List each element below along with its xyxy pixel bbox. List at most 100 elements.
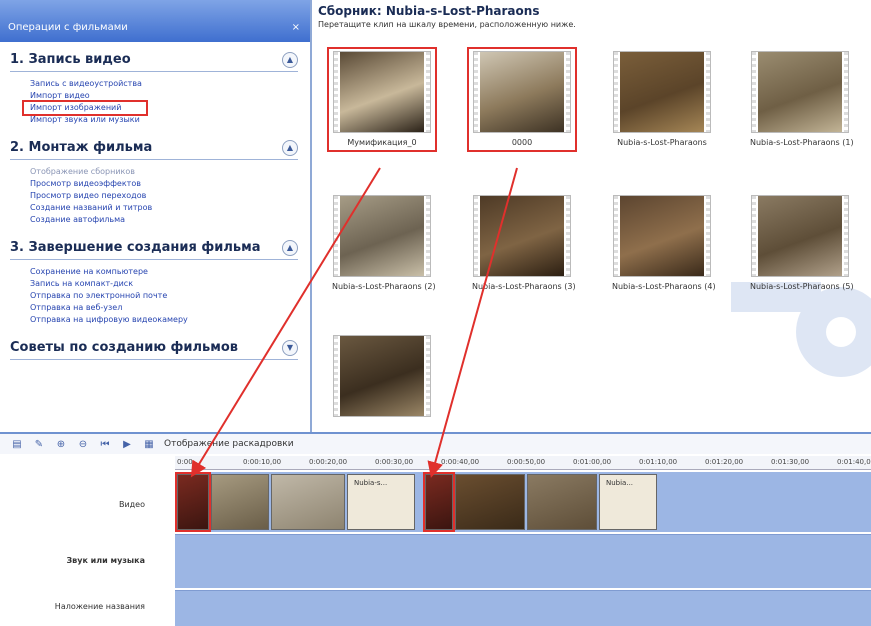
clip-thumbnail[interactable] [333, 51, 431, 133]
section-title: 3. Завершение создания фильма [10, 240, 261, 255]
task-link[interactable]: Отображение сборников [30, 166, 298, 178]
collection-subtitle: Перетащите клип на шкалу времени, распол… [318, 20, 576, 29]
section-links: Сохранение на компьютере Запись на компак… [10, 260, 298, 330]
task-link[interactable]: Просмотр видео переходов [30, 190, 298, 202]
chevron-up-icon[interactable]: ▲ [282, 239, 298, 256]
task-pane-title: Операции с фильмами [8, 22, 128, 33]
task-link[interactable]: Запись с видеоустройства [30, 78, 298, 90]
ruler-tick: 0:01:10,00 [639, 458, 678, 466]
task-link[interactable]: Импорт изображений [22, 100, 148, 116]
clip-item[interactable]: Nubia-s-Lost-Pharaons [612, 51, 712, 147]
clip-thumbnail[interactable] [751, 51, 849, 133]
clip-thumbnail[interactable] [333, 335, 431, 417]
video-track[interactable]: Nubia-s... Nubia... [175, 472, 871, 532]
timeline-clip[interactable] [423, 472, 455, 532]
task-section: Советы по созданию фильмов ▼ [0, 336, 310, 360]
task-link[interactable]: Отправка на цифровую видеокамеру [30, 314, 298, 326]
chevron-up-icon[interactable]: ▲ [282, 139, 298, 156]
task-link[interactable]: Импорт звука или музыки [30, 114, 298, 126]
task-pane: Операции с фильмами × 1. Запись видео ▲ За… [0, 0, 312, 432]
clip-item[interactable]: 0000 [467, 47, 577, 152]
clip-label: Мумификация_0 [347, 138, 417, 147]
section-header[interactable]: 2. Монтаж фильма ▲ [10, 136, 298, 160]
clip-label: Nubia-s-Lost-Pharaons (1) [750, 138, 854, 147]
storyboard-view-button[interactable]: Отображение раскадровки [164, 439, 294, 449]
timeline-clip[interactable]: Nubia... [599, 474, 657, 530]
clip-thumbnail[interactable] [751, 195, 849, 277]
clip-thumbnail[interactable] [613, 51, 711, 133]
section-header[interactable]: 1. Запись видео ▲ [10, 48, 298, 72]
zoom-in-icon[interactable]: ⊕ [54, 437, 68, 451]
clip-item[interactable]: Nubia-s-Lost-Pharaons (1) [750, 51, 854, 147]
timeline-clip[interactable] [271, 474, 345, 530]
clip-item[interactable]: Nubia-s-Lost-Pharaons (5) [750, 195, 854, 291]
play-icon[interactable]: ▶ [120, 437, 134, 451]
timeline-clip[interactable] [175, 472, 211, 532]
ruler-tick: 0:00:20,00 [309, 458, 348, 466]
task-link[interactable]: Сохранение на компьютере [30, 266, 298, 278]
ruler-tick: 0:00 [177, 458, 193, 466]
task-section: 2. Монтаж фильма ▲ Отображение сборников Пр… [0, 136, 310, 230]
clip-label: Nubia-s-Lost-Pharaons (5) [750, 282, 854, 291]
collection-pane: Сборник: Nubia-s-Lost-Pharaons Перетащит… [314, 0, 871, 432]
clip-label: Nubia-s-Lost-Pharaons (2) [332, 282, 436, 291]
ruler-tick: 0:00:40,00 [441, 458, 480, 466]
clip-item[interactable]: Nubia-s-Lost-Pharaons (2) [332, 195, 436, 291]
ruler-tick: 0:01:20,00 [705, 458, 744, 466]
timeline: ▤ ✎ ⊕ ⊖ ⏮ ▶ ▦ Отображение раскадровки 0:… [0, 432, 871, 626]
task-section: 1. Запись видео ▲ Запись с видеоустройства… [0, 48, 310, 130]
audio-track[interactable] [175, 534, 871, 588]
clip-label: Nubia-s-Lost-Pharaons (3) [472, 282, 576, 291]
ruler-tick: 0:00:10,00 [243, 458, 282, 466]
timeline-clip[interactable]: Nubia-s... [347, 474, 415, 530]
rewind-icon[interactable]: ⏮ [98, 437, 112, 451]
clip-item[interactable]: Nubia-s-Lost-Pharaons (4) [612, 195, 716, 291]
timeline-clip[interactable] [527, 474, 597, 530]
ruler-tick: 0:00:50,00 [507, 458, 546, 466]
time-ruler[interactable]: 0:00 0:00:10,00 0:00:20,00 0:00:30,00 0:00:4… [175, 456, 871, 470]
clip-item[interactable]: Nubia-s-Lost-Pharaons (3) [472, 195, 576, 291]
title-track-label: Наложение названия [54, 602, 145, 611]
task-section: 3. Завершение создания фильма ▲ Сохранение… [0, 236, 310, 330]
chevron-down-icon[interactable]: ▼ [282, 339, 298, 356]
task-pane-header: Операции с фильмами × [0, 0, 310, 42]
narrate-icon[interactable]: ✎ [32, 437, 46, 451]
clip-thumbnail[interactable] [333, 195, 431, 277]
zoom-out-icon[interactable]: ⊖ [76, 437, 90, 451]
audio-track-label: Звук или музыка [66, 556, 146, 565]
ruler-tick: 0:01:40,00 [837, 458, 871, 466]
section-header[interactable]: Советы по созданию фильмов ▼ [10, 336, 298, 360]
task-link[interactable]: Отправка по электронной почте [30, 290, 298, 302]
section-title: Советы по созданию фильмов [10, 340, 239, 355]
task-link[interactable]: Создание названий и титров [30, 202, 298, 214]
task-link[interactable]: Создание автофильма [30, 214, 298, 226]
timeline-clip[interactable] [211, 474, 269, 530]
video-track-label: Видео [118, 500, 145, 509]
title-overlay-track[interactable] [175, 590, 871, 626]
section-links: Запись с видеоустройства Импорт видео Импо… [10, 72, 298, 130]
ruler-tick: 0:01:00,00 [573, 458, 612, 466]
clip-thumbnail[interactable] [613, 195, 711, 277]
clip-item[interactable]: Мумификация_0 [327, 47, 437, 152]
section-title: 1. Запись видео [10, 52, 131, 67]
clip-thumbnail[interactable] [473, 195, 571, 277]
task-link[interactable]: Просмотр видеоэффектов [30, 178, 298, 190]
task-link[interactable]: Импорт видео [30, 90, 298, 102]
clip-thumbnail[interactable] [473, 51, 571, 133]
storyboard-icon[interactable]: ▤ [10, 437, 24, 451]
task-sections: 1. Запись видео ▲ Запись с видеоустройства… [0, 48, 310, 360]
timeline-clip[interactable] [455, 474, 525, 530]
clip-item[interactable] [332, 335, 432, 422]
collection-title: Сборник: Nubia-s-Lost-Pharaons [318, 4, 540, 18]
ruler-tick: 0:01:30,00 [771, 458, 810, 466]
section-title: 2. Монтаж фильма [10, 140, 153, 155]
storyboard-view-icon[interactable]: ▦ [142, 437, 156, 451]
close-icon[interactable]: × [292, 22, 300, 33]
task-link[interactable]: Запись на компакт-диск [30, 278, 298, 290]
clip-label: 0000 [511, 138, 533, 147]
section-header[interactable]: 3. Завершение создания фильма ▲ [10, 236, 298, 260]
timeline-clip-label: Nubia-s... [354, 479, 388, 487]
clip-label: Nubia-s-Lost-Pharaons (4) [612, 282, 716, 291]
task-link[interactable]: Отправка на веб-узел [30, 302, 298, 314]
chevron-up-icon[interactable]: ▲ [282, 51, 298, 68]
